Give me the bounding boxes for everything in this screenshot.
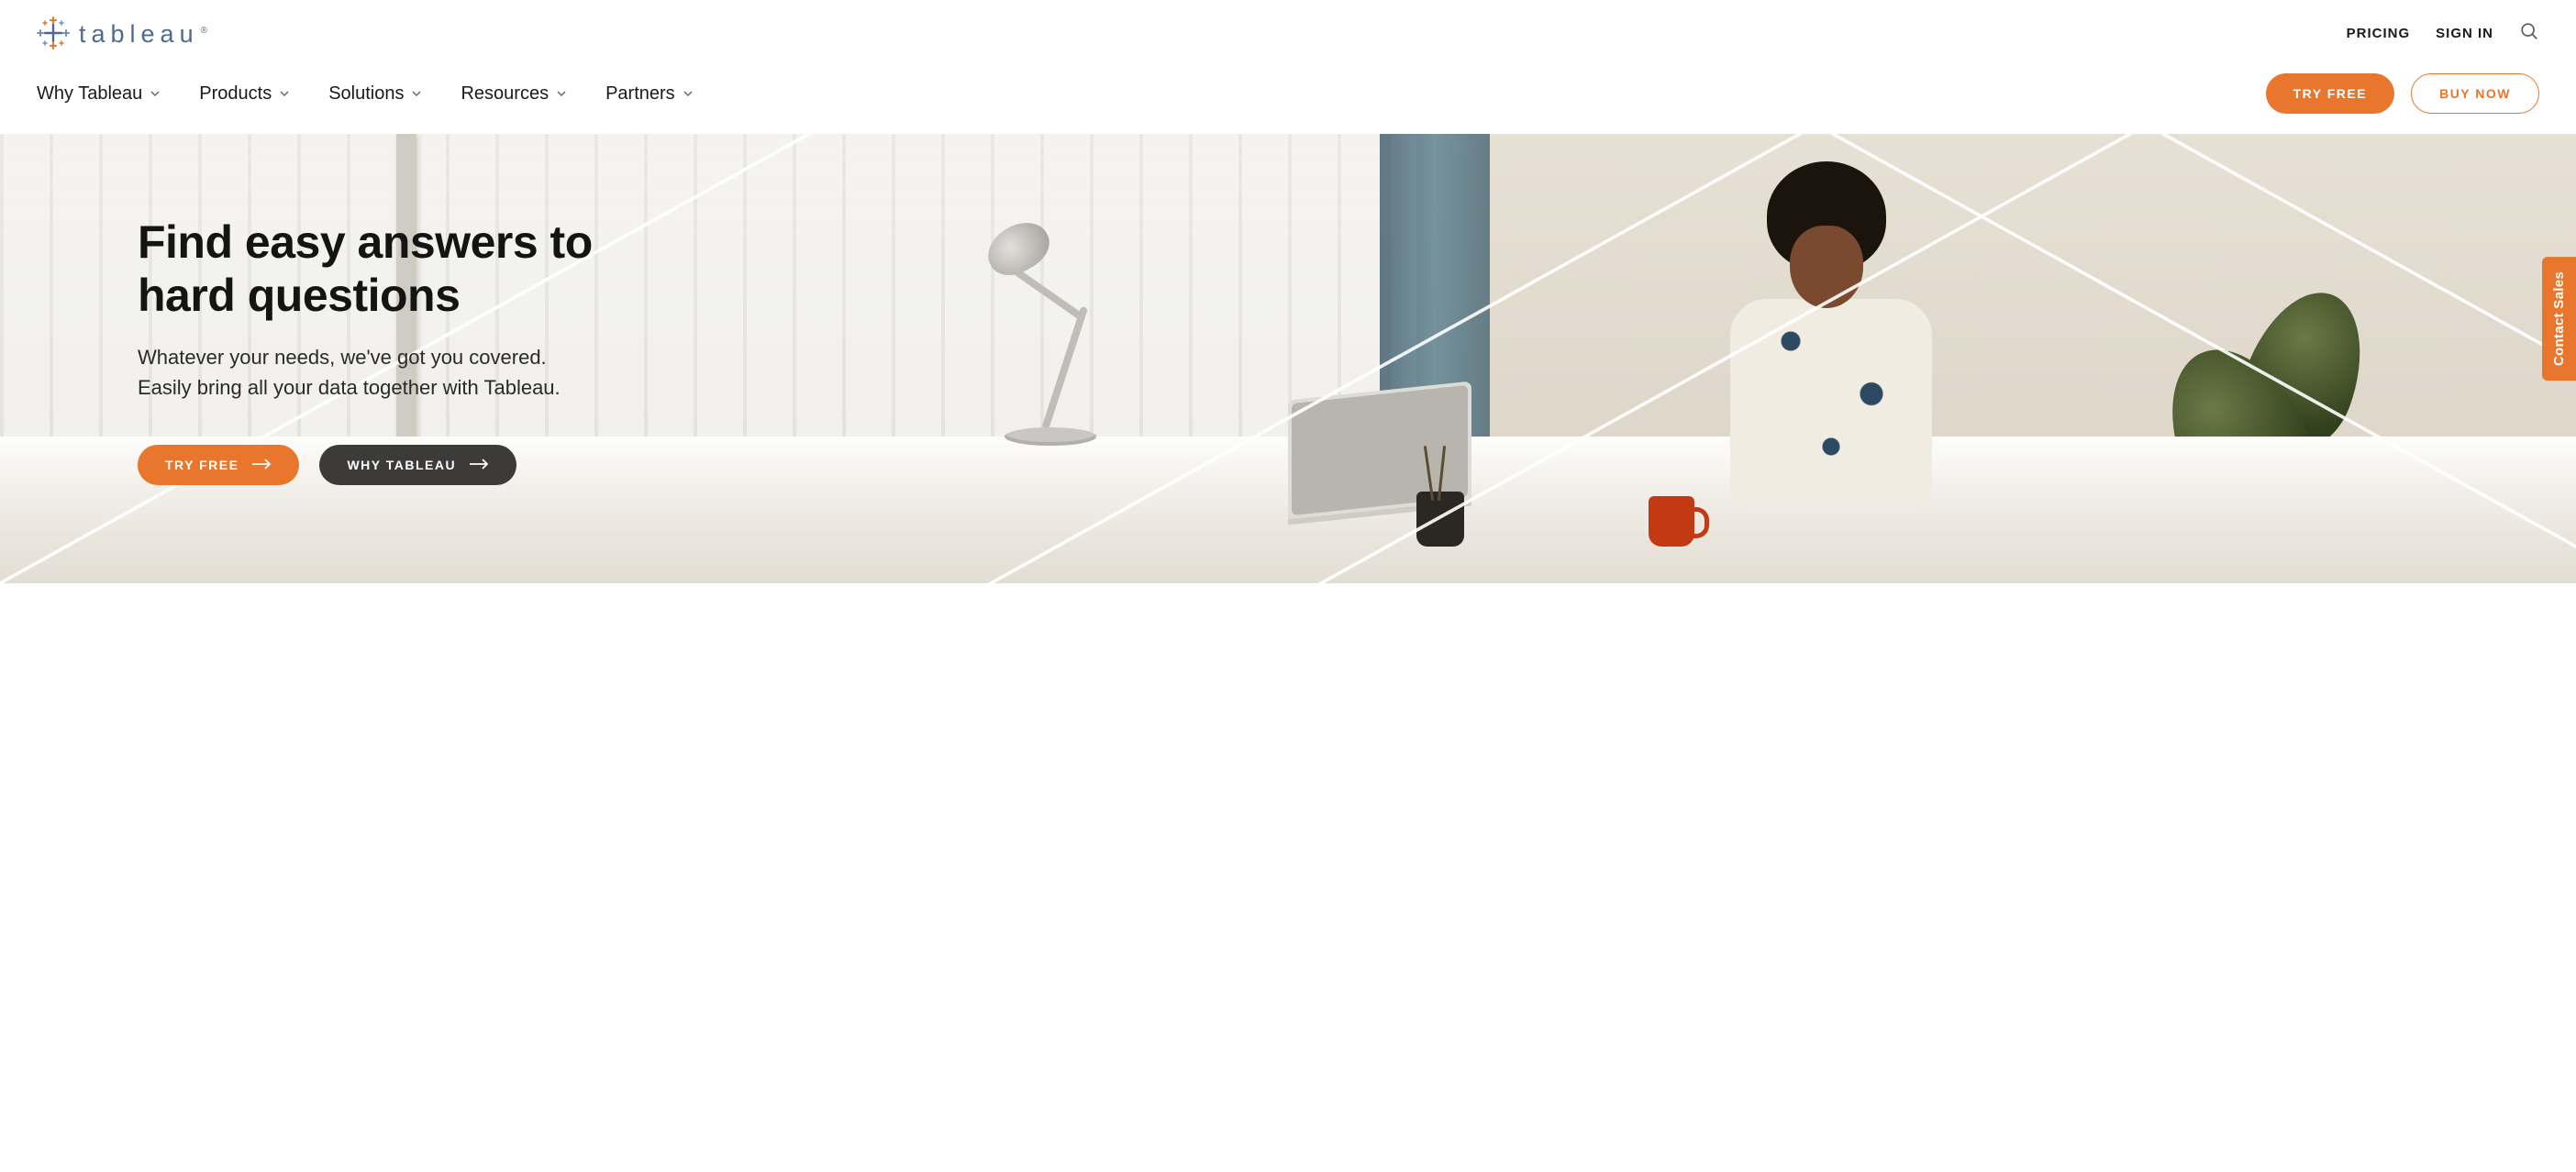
nav-label: Solutions (328, 83, 404, 105)
hero-subtitle: Whatever your needs, we've got you cover… (138, 342, 661, 403)
contact-sales-tab[interactable]: Contact Sales (2542, 257, 2576, 381)
sign-in-link[interactable]: SIGN IN (2436, 26, 2493, 41)
header-top-row: tableau® PRICING SIGN IN (37, 17, 2539, 50)
hero-try-free-button[interactable]: TRY FREE (138, 445, 299, 485)
hero-why-tableau-button[interactable]: WHY TABLEAU (319, 445, 516, 485)
search-icon (2519, 21, 2539, 46)
chevron-down-icon (683, 88, 694, 99)
nav-solutions[interactable]: Solutions (328, 83, 422, 105)
nav-label: Partners (605, 83, 675, 105)
header-utility: PRICING SIGN IN (2347, 23, 2539, 43)
search-button[interactable] (2519, 23, 2539, 43)
chevron-down-icon (411, 88, 422, 99)
primary-nav: Why Tableau Products Solutions Resources (37, 83, 694, 105)
nav-label: Products (199, 83, 272, 105)
header-main-row: Why Tableau Products Solutions Resources (37, 50, 2539, 134)
nav-resources[interactable]: Resources (461, 83, 567, 105)
nav-label: Why Tableau (37, 83, 142, 105)
tableau-logo[interactable]: tableau® (37, 17, 213, 50)
header-cta-group: TRY FREE BUY NOW (2266, 73, 2539, 114)
tableau-logo-icon (37, 17, 70, 50)
arrow-right-icon (251, 458, 272, 472)
buy-now-button[interactable]: BUY NOW (2411, 73, 2539, 114)
hero-content: Find easy answers to hard questions What… (0, 134, 661, 485)
chevron-down-icon (279, 88, 290, 99)
arrow-right-icon (469, 458, 489, 472)
try-free-button[interactable]: TRY FREE (2266, 73, 2394, 114)
tableau-wordmark: tableau® (79, 20, 213, 49)
nav-partners[interactable]: Partners (605, 83, 694, 105)
button-label: WHY TABLEAU (347, 458, 456, 472)
nav-why-tableau[interactable]: Why Tableau (37, 83, 161, 105)
site-header: tableau® PRICING SIGN IN Why Tableau (0, 0, 2576, 134)
chevron-down-icon (556, 88, 567, 99)
hero-cta-group: TRY FREE WHY TABLEAU (138, 445, 661, 485)
hero-section: Find easy answers to hard questions What… (0, 134, 2576, 583)
chevron-down-icon (150, 88, 161, 99)
nav-products[interactable]: Products (199, 83, 290, 105)
hero-headline: Find easy answers to hard questions (138, 216, 661, 322)
pricing-link[interactable]: PRICING (2347, 26, 2411, 41)
nav-label: Resources (461, 83, 549, 105)
button-label: TRY FREE (165, 458, 239, 472)
